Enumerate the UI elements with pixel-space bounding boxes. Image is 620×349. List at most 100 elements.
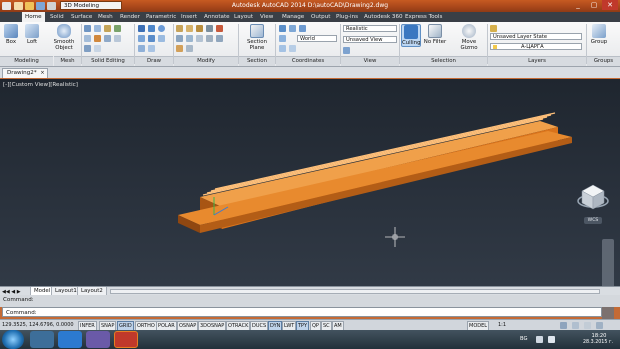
coordinate-readout[interactable]: 129.3525, 124.6796, 0.0000: [2, 322, 74, 328]
volume-icon[interactable]: [548, 336, 555, 343]
tab-solid[interactable]: Solid: [47, 12, 67, 22]
minimize-button[interactable]: _: [570, 0, 586, 10]
extrude-faces-icon[interactable]: [94, 35, 101, 42]
move-gizmo-button[interactable]: Move Gizmo: [453, 24, 485, 51]
maximize-button[interactable]: ▢: [586, 0, 602, 10]
section-plane-button[interactable]: Section Plane: [243, 24, 271, 51]
close-icon[interactable]: ×: [40, 69, 44, 78]
arc-icon[interactable]: [138, 35, 145, 42]
viber-icon[interactable]: [86, 331, 110, 348]
slice-icon[interactable]: [84, 45, 91, 52]
close-button[interactable]: ✕: [602, 0, 618, 10]
layers-tools: Unsaved Layer State A-ЦАРГА: [490, 25, 586, 55]
extract-edges-icon[interactable]: [114, 25, 121, 32]
clean-screen-icon[interactable]: [596, 322, 603, 329]
autocad-taskbar-icon[interactable]: [114, 331, 138, 348]
group-button[interactable]: Group: [588, 24, 610, 45]
ellipse-icon[interactable]: [148, 45, 155, 52]
visual-style-combo[interactable]: Realistic: [343, 25, 397, 32]
ucs-object-icon[interactable]: [289, 45, 296, 52]
box-button[interactable]: Box: [1, 24, 21, 45]
mirror-icon[interactable]: [186, 35, 193, 42]
clock-time[interactable]: 18:20: [584, 333, 614, 339]
network-icon[interactable]: [536, 336, 543, 343]
isolate-objects-icon[interactable]: [584, 322, 591, 329]
panel-mesh-label: Mesh: [54, 56, 81, 66]
explorer-icon[interactable]: [30, 331, 54, 348]
ucs-world-icon[interactable]: [289, 25, 296, 32]
tab-output[interactable]: Output: [308, 12, 333, 22]
tab-layout[interactable]: Layout: [231, 12, 256, 22]
tab-annotate[interactable]: Annotate: [201, 12, 233, 22]
union-icon[interactable]: [84, 25, 91, 32]
scale-icon[interactable]: [216, 35, 223, 42]
stretch-icon[interactable]: [206, 35, 213, 42]
thicken-icon[interactable]: [94, 45, 101, 52]
lock-icon[interactable]: [572, 322, 579, 329]
tab-parametric[interactable]: Parametric: [143, 12, 179, 22]
loft-button[interactable]: Loft: [22, 24, 42, 45]
ucs-face-icon[interactable]: [279, 35, 286, 42]
annotation-scale[interactable]: 1:1: [498, 322, 506, 328]
spline-icon[interactable]: [138, 45, 145, 52]
tab-nav-arrows[interactable]: ◀◀ ◀ ▶ ▶▶: [2, 288, 28, 302]
horizontal-scrollbar[interactable]: [110, 289, 600, 294]
tab-render[interactable]: Render: [117, 12, 143, 22]
intersect-icon[interactable]: [104, 25, 111, 32]
subtract-icon[interactable]: [94, 25, 101, 32]
tab-express-tools[interactable]: Express Tools: [402, 12, 445, 22]
circle-icon[interactable]: [158, 25, 165, 32]
hatch-icon[interactable]: [158, 35, 165, 42]
drawing-viewport[interactable]: [-][Custom View][Realistic] WCS: [0, 79, 620, 334]
tab-insert[interactable]: Insert: [178, 12, 200, 22]
document-tab[interactable]: Drawing2* ×: [2, 68, 48, 78]
tab-view[interactable]: View: [257, 12, 276, 22]
viewport-config-icon[interactable]: [343, 47, 350, 54]
move-icon[interactable]: [176, 25, 183, 32]
erase-icon[interactable]: [216, 25, 223, 32]
panel-draw-label: Draw: [135, 56, 173, 66]
tab-autodesk-360[interactable]: Autodesk 360: [361, 12, 406, 22]
layer-combo[interactable]: A-ЦАРГА: [490, 43, 582, 50]
tab-home[interactable]: Home: [22, 12, 45, 22]
rotate-icon[interactable]: [186, 25, 193, 32]
panel-modify-label: Modify: [174, 56, 238, 66]
model-3d[interactable]: [0, 79, 620, 286]
polyline-icon[interactable]: [148, 25, 155, 32]
command-line-input[interactable]: Command:: [2, 307, 602, 317]
tab-mesh[interactable]: Mesh: [95, 12, 116, 22]
fillet-icon[interactable]: [196, 35, 203, 42]
culling-button[interactable]: Culling: [401, 24, 421, 47]
tab-plug-ins[interactable]: Plug-ins: [333, 12, 361, 22]
layer-state-combo[interactable]: Unsaved Layer State: [490, 33, 582, 40]
trim-icon[interactable]: [196, 25, 203, 32]
panel-modeling-label: Modeling: [0, 56, 53, 66]
selection-filter-button[interactable]: No Filter: [423, 24, 447, 45]
smooth-object-button[interactable]: Smooth Object: [51, 24, 77, 51]
tab-manage[interactable]: Manage: [279, 12, 307, 22]
workspace-switch-icon[interactable]: [560, 322, 567, 329]
coordinates-combo[interactable]: World: [297, 35, 337, 42]
ucs-origin-icon[interactable]: [299, 25, 306, 32]
imprint-icon[interactable]: [84, 35, 91, 42]
array-icon[interactable]: [206, 25, 213, 32]
rectangle-icon[interactable]: [148, 35, 155, 42]
start-button[interactable]: [2, 330, 24, 349]
separate-icon[interactable]: [104, 35, 111, 42]
copy-icon[interactable]: [176, 35, 183, 42]
offset-icon[interactable]: [186, 45, 193, 52]
viewcube[interactable]: WCS: [576, 179, 610, 225]
language-indicator[interactable]: BG: [520, 336, 528, 342]
draw-tools: [138, 25, 170, 55]
browser-icon[interactable]: [58, 331, 82, 348]
tab-surface[interactable]: Surface: [68, 12, 95, 22]
layer-properties-icon[interactable]: [490, 25, 497, 32]
line-icon[interactable]: [138, 25, 145, 32]
named-view-combo[interactable]: Unsaved View: [343, 36, 397, 43]
ucs-icon[interactable]: [279, 25, 286, 32]
explode-icon[interactable]: [176, 45, 183, 52]
wcs-menu[interactable]: WCS: [584, 217, 602, 224]
shell-icon[interactable]: [114, 35, 121, 42]
ucs-view-icon[interactable]: [279, 45, 286, 52]
clock-date[interactable]: 28.3.2015 г.: [578, 340, 618, 345]
